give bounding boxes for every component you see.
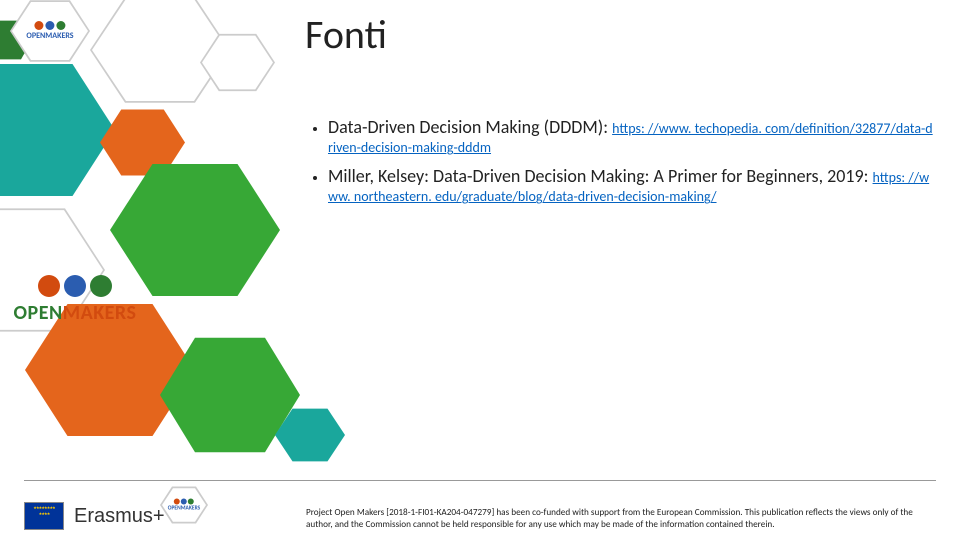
erasmus-text: Erasmus+ (74, 505, 165, 528)
list-item: Miller, Kelsey: Data-Driven Decision Mak… (328, 164, 935, 207)
list-item-text: Miller, Kelsey: Data-Driven Decision Mak… (328, 165, 873, 187)
disclaimer-text: Project Open Makers [2018-1-FI01-KA204-0… (306, 507, 940, 530)
openmakers-logo: OPENMAKERS (0, 275, 165, 325)
footer-divider (24, 480, 936, 481)
list-item: Data-Driven Decision Making (DDDM): http… (328, 115, 935, 158)
logo-text-small: OPENMAKERS (26, 31, 73, 41)
page-title: Fonti (305, 10, 387, 59)
list-item-text: Data-Driven Decision Making (DDDM): (328, 116, 612, 138)
logo-hexagon-footer: OPENMAKERS (160, 484, 208, 526)
logo-text-tiny: OPENMAKERS (168, 506, 200, 512)
slide: OPENMAKERS OPENMAKERS Fonti Data-Driven … (0, 0, 960, 540)
eu-flag-icon (24, 502, 64, 530)
logo-text: OPENMAKERS (0, 301, 165, 325)
footer: Erasmus+ OPENMAKERS Project Open Makers … (0, 480, 960, 540)
erasmus-logo: Erasmus+ (24, 502, 165, 530)
hexagon-teal (0, 55, 115, 205)
source-list: Data-Driven Decision Making (DDDM): http… (310, 115, 935, 213)
